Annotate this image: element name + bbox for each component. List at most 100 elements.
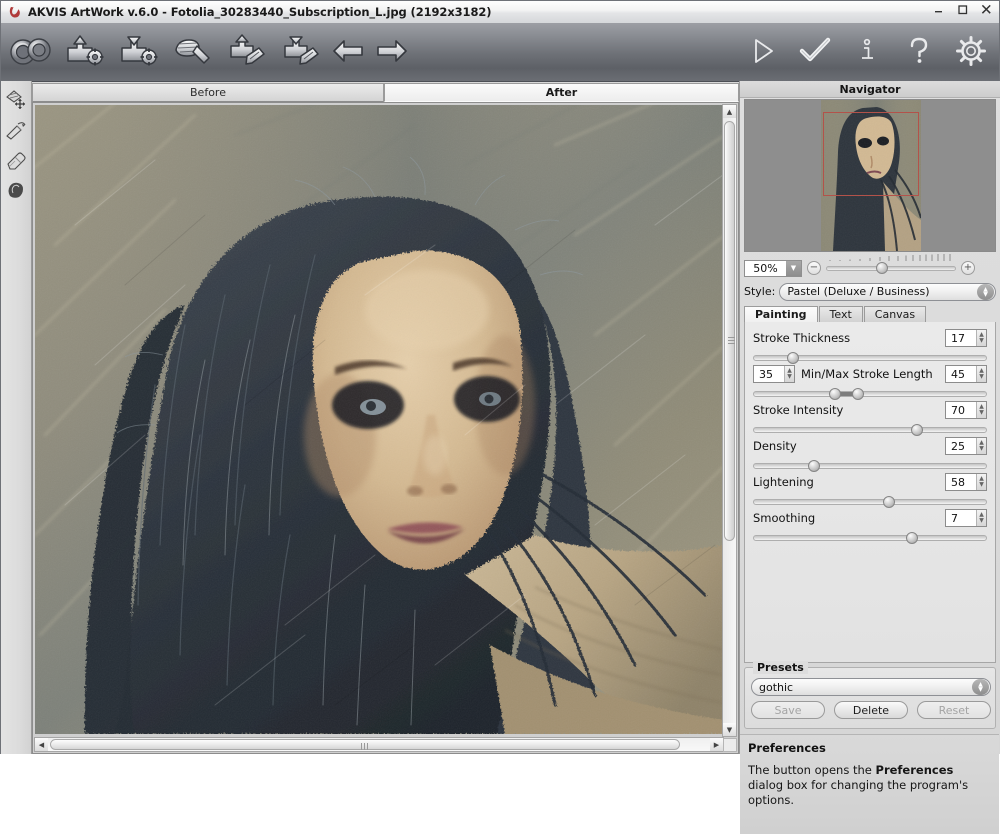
eraser-tool[interactable] <box>1 145 31 175</box>
zoom-slider-ticks <box>826 254 956 263</box>
spinner-arrows-icon[interactable]: ▲▼ <box>976 510 986 526</box>
spinner-arrows-icon[interactable]: ▲▼ <box>784 366 794 382</box>
density-value: 25 <box>946 438 976 454</box>
chevron-updown-icon[interactable]: ▲▼ <box>972 679 989 695</box>
tab-painting[interactable]: Painting <box>744 306 818 323</box>
hand-tool[interactable] <box>1 175 31 205</box>
lightening-spinner[interactable]: 58 ▲▼ <box>945 473 987 491</box>
slider-knob-min[interactable] <box>829 388 841 400</box>
scroll-down-arrow-icon[interactable]: ▼ <box>723 723 736 736</box>
preset-dropdown-wrap: gothic ▲▼ <box>751 678 991 696</box>
density-spinner[interactable]: 25 ▲▼ <box>945 437 987 455</box>
preferences-gear-icon[interactable] <box>953 27 989 75</box>
navigator-viewport-rect[interactable] <box>823 112 919 196</box>
info-icon[interactable] <box>849 27 885 75</box>
canvas-vertical-scrollbar[interactable]: ▲ ▼ <box>722 104 737 737</box>
delete-preset-button[interactable]: Delete <box>834 701 908 719</box>
slider-knob[interactable] <box>883 496 895 508</box>
image-tabs: Before After <box>32 83 739 102</box>
scroll-right-arrow-icon[interactable]: ▶ <box>710 738 723 751</box>
scroll-up-arrow-icon[interactable]: ▲ <box>723 105 736 118</box>
tab-text[interactable]: Text <box>819 306 863 323</box>
lightening-value: 58 <box>946 474 976 490</box>
scroll-grip-icon <box>728 337 735 344</box>
akvis-logo-icon <box>5 3 25 21</box>
zoom-controls: 50% ▼ − + <box>744 256 996 280</box>
tab-before[interactable]: Before <box>32 83 384 102</box>
canvas-horizontal-scrollbar[interactable]: ◀ ▶ <box>34 737 724 752</box>
chevron-updown-icon[interactable]: ▲▼ <box>977 284 994 300</box>
scroll-left-arrow-icon[interactable]: ◀ <box>35 738 48 751</box>
navigator-preview[interactable] <box>744 99 996 252</box>
help-icon[interactable] <box>901 27 937 75</box>
painting-parameters-panel: Stroke Thickness 17 ▲▼ 35 ▲▼ Min/Max Str… <box>744 322 996 663</box>
load-settings-icon[interactable] <box>61 27 109 75</box>
chevron-down-icon[interactable]: ▼ <box>786 261 801 276</box>
style-row: Style: Pastel (Deluxe / Business) ▲▼ <box>744 282 996 301</box>
undo-arrow-icon[interactable] <box>331 27 367 75</box>
stroke-thickness-spinner[interactable]: 17 ▲▼ <box>945 329 987 347</box>
reset-preset-button[interactable]: Reset <box>917 701 991 719</box>
max-stroke-length-value: 45 <box>946 366 976 382</box>
save-preset-button[interactable]: Save <box>751 701 825 719</box>
preset-dropdown[interactable]: gothic ▲▼ <box>751 678 991 696</box>
zoom-slider[interactable] <box>826 261 956 275</box>
tab-canvas[interactable]: Canvas <box>864 306 926 323</box>
hint-text-before: The button opens the <box>748 763 876 777</box>
close-icon[interactable] <box>979 2 994 17</box>
lightening-slider[interactable] <box>753 496 987 507</box>
save-strokes-icon[interactable] <box>277 27 325 75</box>
toolbar-left-group <box>7 27 409 75</box>
min-max-stroke-length-slider[interactable] <box>753 388 987 399</box>
load-strokes-icon[interactable] <box>223 27 271 75</box>
save-settings-icon[interactable] <box>115 27 163 75</box>
title-bar: AKVIS ArtWork v.6.0 - Fotolia_30283440_S… <box>1 1 999 24</box>
slider-track <box>753 499 987 505</box>
navigator-title: Navigator <box>740 81 1000 98</box>
stroke-thickness-slider[interactable] <box>753 352 987 363</box>
zoom-out-button[interactable]: − <box>807 261 821 275</box>
minimize-icon[interactable] <box>931 2 946 17</box>
min-stroke-length-spinner[interactable]: 35 ▲▼ <box>753 365 795 383</box>
image-canvas[interactable] <box>35 105 723 734</box>
zoom-slider-knob[interactable] <box>876 262 888 274</box>
slider-knob[interactable] <box>911 424 923 436</box>
stroke-intensity-value: 70 <box>946 402 976 418</box>
transform-tool[interactable] <box>1 85 31 115</box>
vertical-scroll-thumb[interactable] <box>724 121 735 541</box>
spinner-arrows-icon[interactable]: ▲▼ <box>976 474 986 490</box>
spinner-arrows-icon[interactable]: ▲▼ <box>976 366 986 382</box>
slider-knob[interactable] <box>906 532 918 544</box>
maximize-icon[interactable] <box>955 2 970 17</box>
window-controls <box>931 2 994 17</box>
max-stroke-length-spinner[interactable]: 45 ▲▼ <box>945 365 987 383</box>
spinner-arrows-icon[interactable]: ▲▼ <box>976 402 986 418</box>
run-icon[interactable] <box>745 27 781 75</box>
smudge-icon[interactable] <box>169 27 217 75</box>
presets-group: Presets gothic ▲▼ Save Delete Reset <box>744 667 996 729</box>
stroke-intensity-slider[interactable] <box>753 424 987 435</box>
style-dropdown[interactable]: Pastel (Deluxe / Business) ▲▼ <box>779 283 996 301</box>
smoothing-spinner[interactable]: 7 ▲▼ <box>945 509 987 527</box>
density-slider[interactable] <box>753 460 987 471</box>
min-max-stroke-length-label: Min/Max Stroke Length <box>801 367 933 381</box>
slider-knob[interactable] <box>808 460 820 472</box>
spinner-arrows-icon[interactable]: ▲▼ <box>976 438 986 454</box>
spinner-arrows-icon[interactable]: ▲▼ <box>976 330 986 346</box>
smoothing-slider[interactable] <box>753 532 987 543</box>
slider-track <box>753 391 987 397</box>
redo-arrow-icon[interactable] <box>373 27 409 75</box>
stroke-intensity-spinner[interactable]: 70 ▲▼ <box>945 401 987 419</box>
apply-check-icon[interactable] <box>797 27 833 75</box>
pencil-arrow-tool[interactable] <box>1 115 31 145</box>
horizontal-scroll-thumb[interactable] <box>50 739 680 750</box>
zoom-in-button[interactable]: + <box>961 261 975 275</box>
zoom-value: 50% <box>745 261 786 276</box>
zoom-combo[interactable]: 50% ▼ <box>744 260 802 277</box>
slider-knob[interactable] <box>787 352 799 364</box>
slider-knob-max[interactable] <box>852 388 864 400</box>
before-after-icon[interactable] <box>7 27 55 75</box>
tab-after[interactable]: After <box>384 83 739 102</box>
zoom-slider-track <box>826 266 956 271</box>
smoothing-label: Smoothing <box>753 511 815 525</box>
